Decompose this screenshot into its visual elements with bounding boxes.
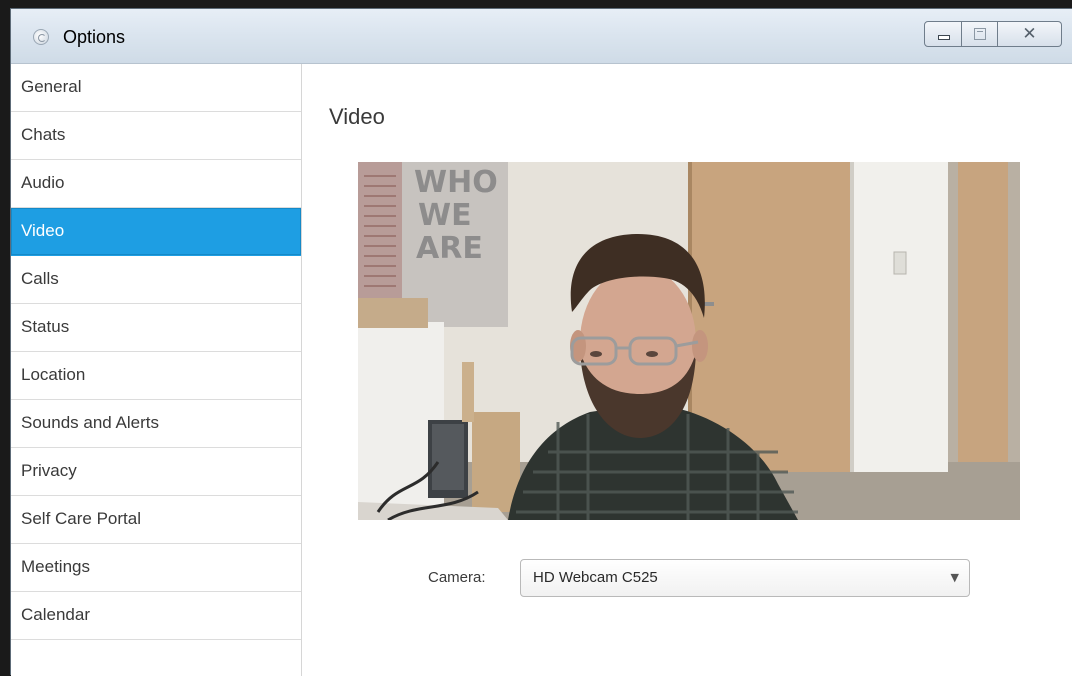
sidebar-item-meetings[interactable]: Meetings (11, 544, 301, 592)
maximize-icon (974, 28, 986, 40)
camera-preview: WHO WE ARE (358, 162, 1020, 520)
sidebar-item-privacy[interactable]: Privacy (11, 448, 301, 496)
page-title: Video (329, 104, 385, 129)
title-bar[interactable]: Options ✕ (11, 9, 1072, 63)
sidebar-item-status[interactable]: Status (11, 304, 301, 352)
sidebar-item-self-care-portal[interactable]: Self Care Portal (11, 496, 301, 544)
poster-text-we: WE (418, 198, 472, 233)
video-settings-panel: Video WHO WE ARE Camera: HD Webcam C525 … (302, 64, 1072, 676)
options-content: General Chats Audio Video Calls Status L… (11, 63, 1072, 676)
camera-preview-image: WHO WE ARE (358, 162, 1020, 520)
camera-selected-value: HD Webcam C525 (533, 569, 658, 586)
app-logo-icon (33, 29, 49, 45)
minimize-icon (938, 35, 950, 40)
caption-buttons: ✕ (924, 21, 1062, 47)
options-window: Options ✕ General Chats Audio Video Call… (10, 8, 1072, 676)
sidebar-item-audio[interactable]: Audio (11, 160, 301, 208)
sidebar-item-sounds-and-alerts[interactable]: Sounds and Alerts (11, 400, 301, 448)
close-icon: ✕ (1022, 24, 1037, 44)
camera-label: Camera: (428, 569, 486, 586)
sidebar-item-location[interactable]: Location (11, 352, 301, 400)
poster-text-are: ARE (416, 231, 483, 266)
camera-select[interactable]: HD Webcam C525 ▼ (520, 559, 970, 597)
sidebar-item-chats[interactable]: Chats (11, 112, 301, 160)
camera-setting-row: Camera: HD Webcam C525 ▼ (428, 559, 1028, 599)
close-button[interactable]: ✕ (998, 21, 1062, 47)
window-title: Options (63, 27, 126, 47)
sidebar-item-calendar[interactable]: Calendar (11, 592, 301, 640)
sidebar-item-calls[interactable]: Calls (11, 256, 301, 304)
sidebar-item-general[interactable]: General (11, 64, 301, 112)
options-sidebar: General Chats Audio Video Calls Status L… (11, 64, 302, 676)
sidebar-item-video[interactable]: Video (11, 208, 301, 256)
minimize-button[interactable] (924, 21, 962, 47)
chevron-down-icon: ▼ (950, 571, 959, 584)
maximize-button[interactable] (962, 21, 998, 47)
poster-text-who: WHO (414, 165, 498, 200)
